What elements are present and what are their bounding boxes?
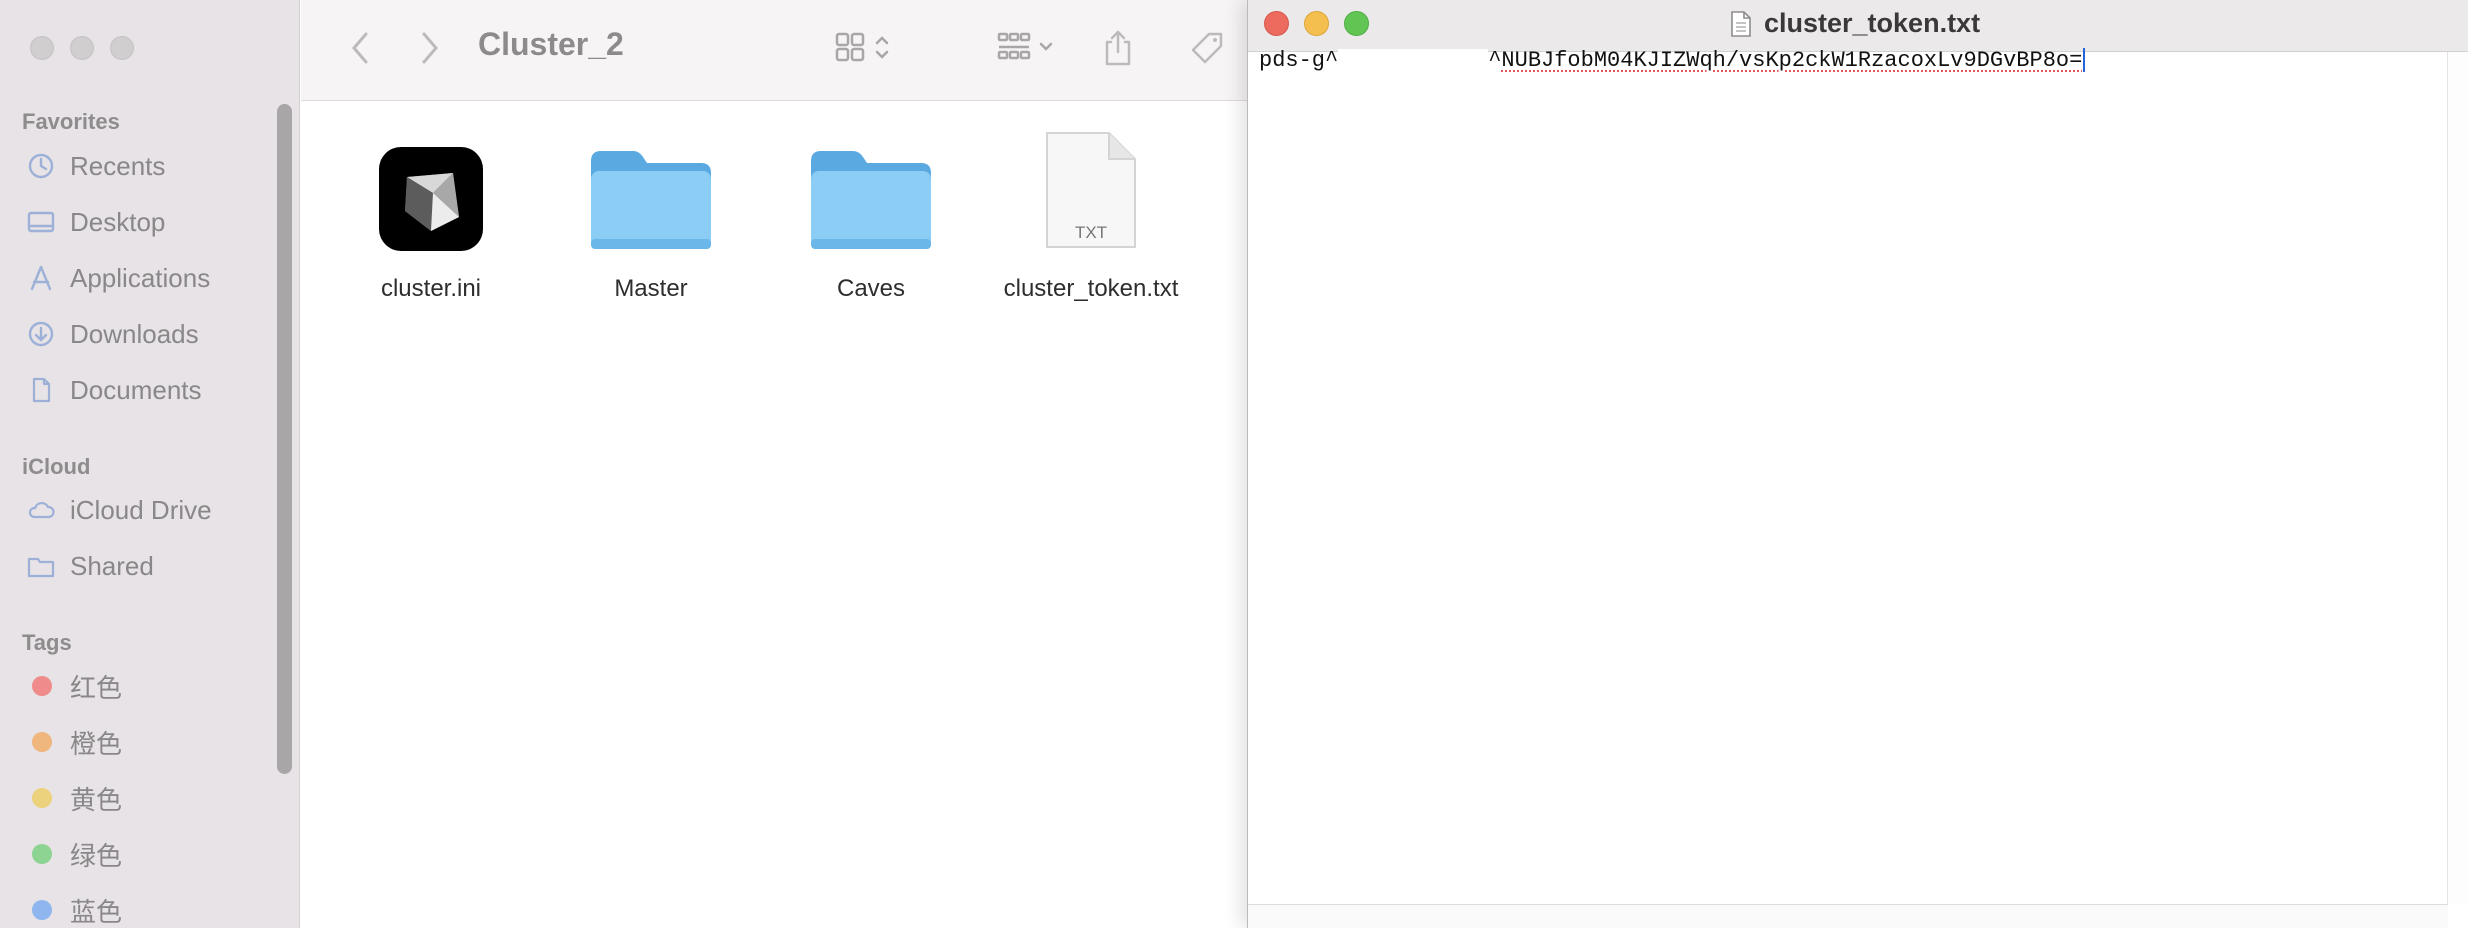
finder-minimize-button[interactable] [70, 36, 94, 60]
app-icon [361, 131, 501, 251]
token-text-suffix: NUBJfobM04KJIZWqh/vsKp2ckW1RzacoxLv9DGvB… [1501, 48, 2083, 73]
chevron-left-icon [352, 32, 368, 64]
sidebar-item-label: Applications [70, 262, 211, 293]
sidebar-item-tag-yellow[interactable]: 黄色 [26, 778, 122, 818]
sidebar-item-label: Recents [70, 150, 166, 181]
file-name: cluster_token.txt [1003, 275, 1179, 302]
back-button[interactable] [345, 28, 375, 68]
file-name: Master [614, 275, 688, 302]
sidebar-item-documents[interactable]: Documents [26, 370, 202, 410]
file-item[interactable]: Master [551, 131, 751, 303]
textedit-bottom-edge [1248, 904, 2448, 928]
file-item[interactable]: TXT cluster_token.txt [991, 131, 1191, 303]
minimize-button[interactable] [1304, 11, 1329, 36]
file-item[interactable]: Caves [771, 131, 971, 303]
desktop-icon [26, 207, 56, 237]
sidebar-item-desktop[interactable]: Desktop [26, 202, 165, 242]
folder-icon [581, 131, 721, 251]
sidebar-item-label: Shared [70, 550, 154, 581]
document-icon [1731, 10, 1751, 37]
document-text-area[interactable]: pds-g^ ^NUBJfobM04KJIZWqh/vsKp2ckW1Rzacox… [1259, 48, 2086, 73]
tag-color-dot [32, 900, 52, 920]
sidebar-item-label: 红色 [70, 672, 123, 703]
sidebar-item-shared[interactable]: Shared [26, 546, 154, 586]
sidebar-item-label: 蓝色 [70, 896, 123, 927]
file-name: cluster.ini [380, 275, 482, 302]
finder-window-title: Cluster_2 [478, 26, 624, 62]
sidebar-item-applications[interactable]: Applications [26, 258, 210, 298]
tag-button[interactable] [1187, 28, 1227, 68]
textedit-window: cluster_token.txt pds-g^ ^NUBJfobM04KJIZW… [1247, 0, 2468, 928]
download-icon [26, 319, 56, 349]
sidebar-item-icloud-drive[interactable]: iCloud Drive [26, 490, 212, 530]
tag-color-dot [32, 732, 52, 752]
finder-sidebar: Favorites Recents Desktop Applications D… [0, 0, 300, 928]
redacted-region [1338, 49, 1489, 72]
textedit-scroll-gutter [2447, 52, 2468, 904]
sidebar-item-label: Desktop [70, 206, 166, 237]
sidebar-item-label: iCloud Drive [70, 494, 212, 525]
zoom-button[interactable] [1344, 11, 1369, 36]
chevron-right-icon [422, 32, 438, 64]
sidebar-item-label: 橙色 [70, 728, 123, 759]
document-icon [26, 375, 56, 405]
textedit-title: cluster_token.txt [1730, 8, 1980, 39]
forward-button[interactable] [415, 28, 445, 68]
textedit-titlebar: cluster_token.txt [1248, 0, 2468, 52]
tag-color-dot [32, 844, 52, 864]
share-button[interactable] [1101, 28, 1135, 68]
sidebar-item-tag-blue[interactable]: 蓝色 [26, 890, 122, 928]
tag-icon [1191, 32, 1223, 64]
close-button[interactable] [1264, 11, 1289, 36]
cloud-icon [26, 495, 56, 525]
favorites-heading: Favorites [22, 109, 120, 134]
group-view-icon [997, 32, 1053, 60]
finder-zoom-button[interactable] [110, 36, 134, 60]
icloud-heading: iCloud [22, 454, 91, 479]
screen: Favorites Recents Desktop Applications D… [0, 0, 2468, 928]
folder-icon [801, 131, 941, 251]
applications-icon [26, 263, 56, 293]
finder-close-button[interactable] [30, 36, 54, 60]
token-text-mid: ^ [1488, 48, 1502, 73]
grid-view-icon [835, 32, 889, 62]
clock-icon [26, 151, 56, 181]
sidebar-item-tag-orange[interactable]: 橙色 [26, 722, 122, 762]
share-icon [1105, 30, 1131, 66]
token-text-prefix: pds-g^ [1259, 48, 1339, 73]
group-by-button[interactable] [995, 28, 1075, 68]
view-mode-button[interactable] [831, 28, 903, 68]
sidebar-item-label: 黄色 [70, 784, 123, 815]
textedit-title-text: cluster_token.txt [1764, 8, 1981, 38]
sidebar-item-recents[interactable]: Recents [26, 146, 165, 186]
file-name: Caves [836, 275, 906, 302]
tag-color-dot [32, 676, 52, 696]
txt-file-icon: TXT [1021, 131, 1161, 251]
sidebar-item-label: Documents [70, 374, 202, 405]
tags-heading: Tags [22, 630, 72, 655]
file-type-badge: TXT [1074, 223, 1108, 242]
sidebar-item-label: 绿色 [70, 840, 123, 871]
tag-color-dot [32, 788, 52, 808]
text-caret [2083, 48, 2086, 73]
sidebar-scrollbar[interactable] [277, 104, 292, 774]
sidebar-item-tag-red[interactable]: 红色 [26, 666, 122, 706]
shared-folder-icon [26, 551, 56, 581]
file-item[interactable]: cluster.ini [331, 131, 531, 303]
sidebar-item-label: Downloads [70, 318, 199, 349]
sidebar-item-downloads[interactable]: Downloads [26, 314, 199, 354]
sidebar-item-tag-green[interactable]: 绿色 [26, 834, 122, 874]
